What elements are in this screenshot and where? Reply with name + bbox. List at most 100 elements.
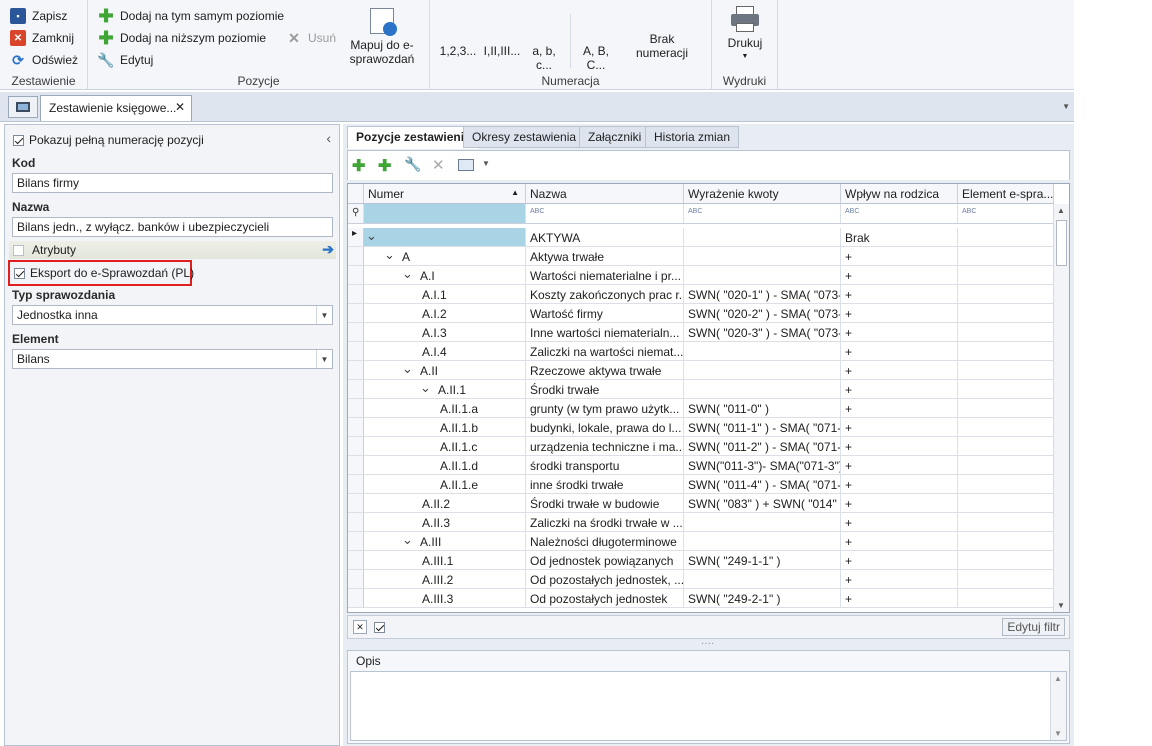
cell-expr[interactable]: SWN( "249-1-1" )	[684, 551, 841, 570]
cell-impact[interactable]: Brak	[841, 228, 958, 247]
cell-numer[interactable]: ⌄ A.II	[364, 361, 526, 380]
cell-impact[interactable]: +	[841, 342, 958, 361]
edit-filter-button[interactable]: Edytuj filtr	[1002, 618, 1065, 636]
table-row[interactable]: ⌄ A.I Wartości niematerialne i pr... +	[348, 266, 1054, 285]
cell-numer[interactable]: A.II.1.c	[364, 437, 526, 456]
row-indicator[interactable]	[348, 304, 364, 323]
row-indicator[interactable]	[348, 494, 364, 513]
cell-name[interactable]: Koszty zakończonych prac r...	[526, 285, 684, 304]
wrench-icon[interactable]: 🔧	[404, 156, 421, 173]
cell-numer[interactable]: A.I.4	[364, 342, 526, 361]
cell-impact[interactable]: +	[841, 380, 958, 399]
row-indicator[interactable]	[348, 380, 364, 399]
cell-expr[interactable]: SWN("011-3")- SMA("071-3")...	[684, 456, 841, 475]
filter-enabled-checkbox[interactable]	[374, 622, 385, 633]
cell-element[interactable]	[958, 513, 1054, 532]
table-row[interactable]: ⌄ A.II Rzeczowe aktywa trwałe +	[348, 361, 1054, 380]
cell-impact[interactable]: +	[841, 437, 958, 456]
delete-button[interactable]: ✕ Usuń	[286, 30, 336, 46]
cell-element[interactable]	[958, 323, 1054, 342]
edit-button[interactable]: 🔧 Edytuj	[97, 52, 153, 68]
table-row[interactable]: A.II.3 Zaliczki na środki trwałe w ... +	[348, 513, 1054, 532]
cell-numer[interactable]: ⌄ A.I	[364, 266, 526, 285]
cell-numer[interactable]: A.I.1	[364, 285, 526, 304]
column-header-wplyw[interactable]: Wpływ na rodzica	[841, 184, 958, 204]
cell-element[interactable]	[958, 418, 1054, 437]
atrybuty-checkbox[interactable]	[13, 244, 24, 256]
cell-expr[interactable]: SWN( "249-2-1" )	[684, 589, 841, 608]
cell-name[interactable]: AKTYWA	[526, 228, 684, 247]
cell-impact[interactable]: +	[841, 475, 958, 494]
cell-element[interactable]	[958, 304, 1054, 323]
cell-name[interactable]: Środki trwałe	[526, 380, 684, 399]
row-indicator[interactable]	[348, 551, 364, 570]
cell-element[interactable]	[958, 494, 1054, 513]
cell-numer[interactable]: A.II.1.d	[364, 456, 526, 475]
table-row[interactable]: A.I.3 Inne wartości niematerialn... SWN( "…	[348, 323, 1054, 342]
cell-numer[interactable]: ⌄ A.III	[364, 532, 526, 551]
chevron-down-icon[interactable]: ▼	[482, 159, 490, 168]
row-indicator[interactable]	[348, 342, 364, 361]
cell-element[interactable]	[958, 475, 1054, 494]
cell-element[interactable]	[958, 399, 1054, 418]
cell-numer[interactable]: ⌄ A.II.1	[364, 380, 526, 399]
cell-name[interactable]: Zaliczki na środki trwałe w ...	[526, 513, 684, 532]
numbering-arabic-button[interactable]: 1,2,3...	[438, 44, 478, 58]
map-to-esprawozdania-button[interactable]: Mapuj do e-sprawozdań	[340, 8, 424, 66]
dropdown-arrow-icon[interactable]: ▼	[316, 306, 332, 324]
row-indicator[interactable]	[348, 361, 364, 380]
expand-chevron-icon[interactable]: ⌄	[402, 266, 413, 282]
element-select[interactable]: Bilans ▼	[12, 349, 333, 369]
row-indicator[interactable]	[348, 285, 364, 304]
cell-numer[interactable]: ⌄ A	[364, 247, 526, 266]
cell-expr[interactable]	[684, 342, 841, 361]
table-row[interactable]: A.III.1 Od jednostek powiązanych SWN( "249…	[348, 551, 1054, 570]
cell-impact[interactable]: +	[841, 323, 958, 342]
cell-impact[interactable]: +	[841, 285, 958, 304]
add-same-level-button[interactable]: ✚ Dodaj na tym samym poziomie	[98, 6, 284, 26]
row-indicator[interactable]	[348, 399, 364, 418]
cell-name[interactable]: Od pozostałych jednostek	[526, 589, 684, 608]
tab-okresy-zestawienia[interactable]: Okresy zestawienia	[463, 126, 586, 148]
monitor-icon[interactable]	[8, 96, 38, 118]
scroll-thumb[interactable]	[1056, 220, 1067, 266]
cell-expr[interactable]: SWN( "083" ) + SWN( "014" )...	[684, 494, 841, 513]
cell-element[interactable]	[958, 228, 1054, 247]
add-lower-level-button[interactable]: ✚ Dodaj na niższym poziomie	[98, 28, 266, 48]
column-header-wyrazenie[interactable]: Wyrażenie kwoty	[684, 184, 841, 204]
cell-name[interactable]: Środki trwałe w budowie	[526, 494, 684, 513]
expand-chevron-icon[interactable]: ⌄	[402, 532, 413, 548]
scroll-up-icon[interactable]: ▲	[1054, 674, 1062, 683]
column-header-numer[interactable]: Numer ▲	[364, 184, 526, 204]
table-row[interactable]: A.I.1 Koszty zakończonych prac r... SWN( "…	[348, 285, 1054, 304]
cell-impact[interactable]: +	[841, 247, 958, 266]
cell-impact[interactable]: +	[841, 589, 958, 608]
cell-numer[interactable]: A.III.2	[364, 570, 526, 589]
table-row[interactable]: A.II.1.d środki transportu SWN("011-3")- S…	[348, 456, 1054, 475]
column-header-nazwa[interactable]: Nazwa	[526, 184, 684, 204]
filter-pin-icon[interactable]: ⚲	[348, 204, 364, 223]
cell-impact[interactable]: +	[841, 304, 958, 323]
tab-pozycje-zestawienia[interactable]: Pozycje zestawienia	[347, 126, 480, 149]
expand-chevron-icon[interactable]: ⌄	[402, 361, 413, 377]
row-indicator[interactable]	[348, 437, 364, 456]
scroll-down-icon[interactable]: ▼	[1054, 729, 1062, 738]
collapse-panel-icon[interactable]: ‹	[326, 130, 331, 146]
numbering-lower-letters-button[interactable]: a, b, c...	[530, 44, 558, 72]
cell-impact[interactable]: +	[841, 513, 958, 532]
table-row[interactable]: A.I.2 Wartość firmy SWN( "020-2" ) - SMA( …	[348, 304, 1054, 323]
cell-numer[interactable]: A.II.1.a	[364, 399, 526, 418]
cell-expr[interactable]	[684, 266, 841, 285]
cell-name[interactable]: Inne wartości niematerialn...	[526, 323, 684, 342]
arrow-right-icon[interactable]: ➔	[322, 241, 334, 258]
save-button[interactable]: ▪ Zapisz	[10, 8, 67, 24]
opis-textarea[interactable]: ▲ ▼	[350, 671, 1067, 741]
cell-numer[interactable]: A.II.1.b	[364, 418, 526, 437]
cell-expr[interactable]	[684, 380, 841, 399]
nazwa-field[interactable]: Bilans jedn., z wyłącz. banków i ubezpie…	[12, 217, 333, 237]
cell-element[interactable]	[958, 247, 1054, 266]
tab-historia-zmian[interactable]: Historia zmian	[645, 126, 740, 148]
cell-name[interactable]: Rzeczowe aktywa trwałe	[526, 361, 684, 380]
cell-name[interactable]: Od jednostek powiązanych	[526, 551, 684, 570]
row-indicator[interactable]	[348, 247, 364, 266]
